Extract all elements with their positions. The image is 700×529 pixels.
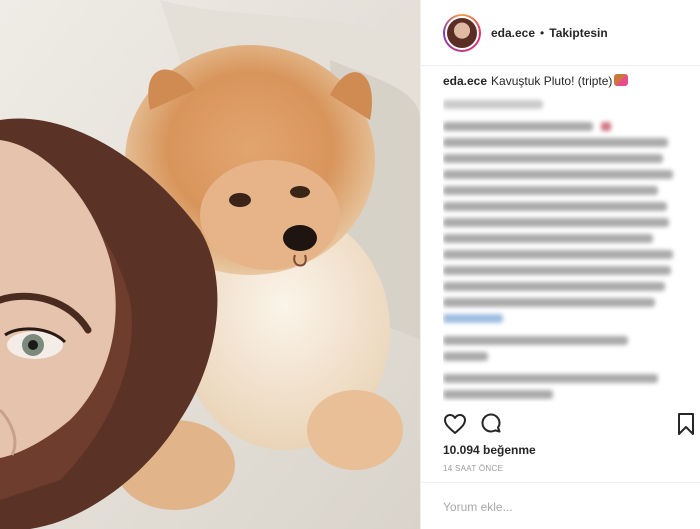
- blurred-line: [443, 154, 663, 163]
- blurred-line: [443, 374, 658, 383]
- photo-illustration: [0, 0, 420, 529]
- blurred-line: [443, 266, 671, 275]
- header-username[interactable]: eda.ece: [491, 26, 535, 40]
- blurred-line: [443, 138, 668, 147]
- blurred-line: [443, 202, 667, 211]
- heart-icon[interactable]: [443, 412, 467, 436]
- blurred-line: [443, 234, 653, 243]
- caption-text: Kavuştuk Pluto! (tripte): [491, 74, 613, 88]
- blurred-line: [443, 314, 503, 323]
- comment-input[interactable]: [443, 496, 683, 518]
- blurred-line: [443, 218, 669, 227]
- blurred-line: [443, 100, 543, 109]
- blurred-line: [443, 282, 665, 291]
- avatar-image: [445, 15, 479, 50]
- post-caption: eda.ece Kavuştuk Pluto! (tripte): [443, 72, 691, 90]
- blurred-comments: [443, 100, 691, 402]
- emoji-icon: [614, 74, 629, 86]
- header-separator: •: [540, 25, 545, 40]
- blurred-line: [443, 336, 628, 345]
- divider: [421, 482, 700, 483]
- blurred-line: [443, 298, 655, 307]
- blurred-line: [443, 122, 611, 131]
- blurred-line: [443, 186, 658, 195]
- bookmark-icon[interactable]: [677, 412, 695, 436]
- post-timestamp: 14 SAAT ÖNCE: [443, 464, 504, 473]
- post-side-panel: eda.ece • Takiptesin eda.ece Kavuştuk Plu…: [420, 0, 700, 529]
- post-header: eda.ece • Takiptesin: [421, 0, 700, 66]
- follow-status-button[interactable]: Takiptesin: [549, 26, 607, 40]
- blurred-line: [443, 170, 673, 179]
- comments-list: eda.ece Kavuştuk Pluto! (tripte): [443, 72, 691, 402]
- post-actions: [443, 412, 695, 438]
- blurred-line: [443, 250, 673, 259]
- post-photo: [0, 0, 420, 529]
- comment-icon[interactable]: [479, 412, 503, 436]
- avatar[interactable]: [443, 13, 481, 52]
- caption-username[interactable]: eda.ece: [443, 74, 487, 88]
- blurred-line: [443, 390, 553, 399]
- blurred-line: [443, 352, 488, 361]
- likes-count[interactable]: 10.094 beğenme: [443, 443, 536, 457]
